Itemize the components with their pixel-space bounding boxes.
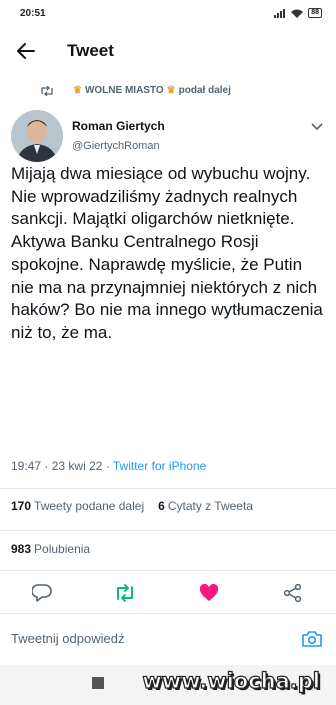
tweet-meta: 19:47 · 23 kwi 22 · Twitter for iPhone xyxy=(11,459,206,473)
retweet-button[interactable] xyxy=(113,581,137,605)
likes-stat[interactable]: 983 Polubienia xyxy=(11,542,90,556)
author-handle[interactable]: @GiertychRoman xyxy=(72,140,160,152)
system-nav-bar: www.wiocha.pl xyxy=(0,665,336,705)
top-bar: Tweet xyxy=(0,34,336,68)
retweets-stat[interactable]: 170 Tweety podane dalej xyxy=(11,499,144,513)
recent-apps-button[interactable] xyxy=(92,677,104,689)
page-title: Tweet xyxy=(67,41,114,60)
avatar[interactable] xyxy=(11,110,63,162)
author-name[interactable]: Roman Giertych xyxy=(72,119,165,133)
camera-icon xyxy=(302,631,322,647)
tweet-time: 19:47 xyxy=(11,459,42,473)
share-icon xyxy=(283,584,302,602)
tweet-author: Roman Giertych @GiertychRoman xyxy=(11,110,327,162)
meta-separator: · xyxy=(105,459,113,473)
retweet-icon xyxy=(117,584,133,602)
quotes-stat[interactable]: 6 Cytaty z Tweeta xyxy=(158,499,253,513)
retweet-action-label: podał dalej xyxy=(178,85,231,96)
quotes-label: Cytaty z Tweeta xyxy=(167,499,253,513)
engagement-stats: 170 Tweety podane dalej 6 Cytaty z Tweeta xyxy=(11,499,253,513)
heart-icon xyxy=(199,584,219,601)
reply-button[interactable] xyxy=(30,581,54,605)
arrow-left-icon xyxy=(17,43,35,59)
watermark: www.wiocha.pl xyxy=(142,668,321,693)
reply-icon xyxy=(32,584,52,602)
retweets-count: 170 xyxy=(11,499,32,513)
tweet-text: Mijają dwa miesiące od wybuchu wojny. Ni… xyxy=(11,164,323,342)
chevron-down-icon xyxy=(311,123,323,131)
tweet-source-link[interactable]: Twitter for iPhone xyxy=(113,459,206,473)
status-time: 20:51 xyxy=(20,8,46,19)
tweet-date: 23 kwi 22 xyxy=(51,459,103,473)
battery-indicator: 88 xyxy=(308,8,322,18)
retweet-indicator: ♛ WOLNE MIASTO ♛ podał dalej xyxy=(40,85,231,96)
retweeter-name[interactable]: WOLNE MIASTO xyxy=(85,85,164,96)
crown-emoji-icon: ♛ xyxy=(166,85,176,96)
wifi-icon xyxy=(291,9,304,18)
retweets-label: Tweety podane dalej xyxy=(34,499,145,513)
meta-separator: · xyxy=(44,459,52,473)
avatar-image xyxy=(11,110,63,162)
back-button[interactable] xyxy=(14,39,38,63)
quotes-count: 6 xyxy=(158,499,165,513)
retweet-icon xyxy=(41,85,53,96)
status-icons: 88 xyxy=(274,8,322,18)
likes-label: Polubienia xyxy=(34,542,91,556)
tweet-actions xyxy=(0,579,336,607)
more-options-button[interactable] xyxy=(311,118,323,134)
crown-emoji-icon: ♛ xyxy=(73,85,82,96)
divider xyxy=(0,488,336,489)
share-button[interactable] xyxy=(281,581,305,605)
reply-composer[interactable]: Tweetnij odpowiedź xyxy=(0,621,336,657)
signal-icon xyxy=(274,8,286,18)
camera-button[interactable] xyxy=(300,627,324,651)
divider xyxy=(0,570,336,571)
divider xyxy=(0,613,336,614)
like-button[interactable] xyxy=(197,581,221,605)
reply-input[interactable]: Tweetnij odpowiedź xyxy=(11,631,124,646)
status-bar: 20:51 88 xyxy=(0,0,336,30)
likes-count: 983 xyxy=(11,542,32,556)
divider xyxy=(0,530,336,531)
